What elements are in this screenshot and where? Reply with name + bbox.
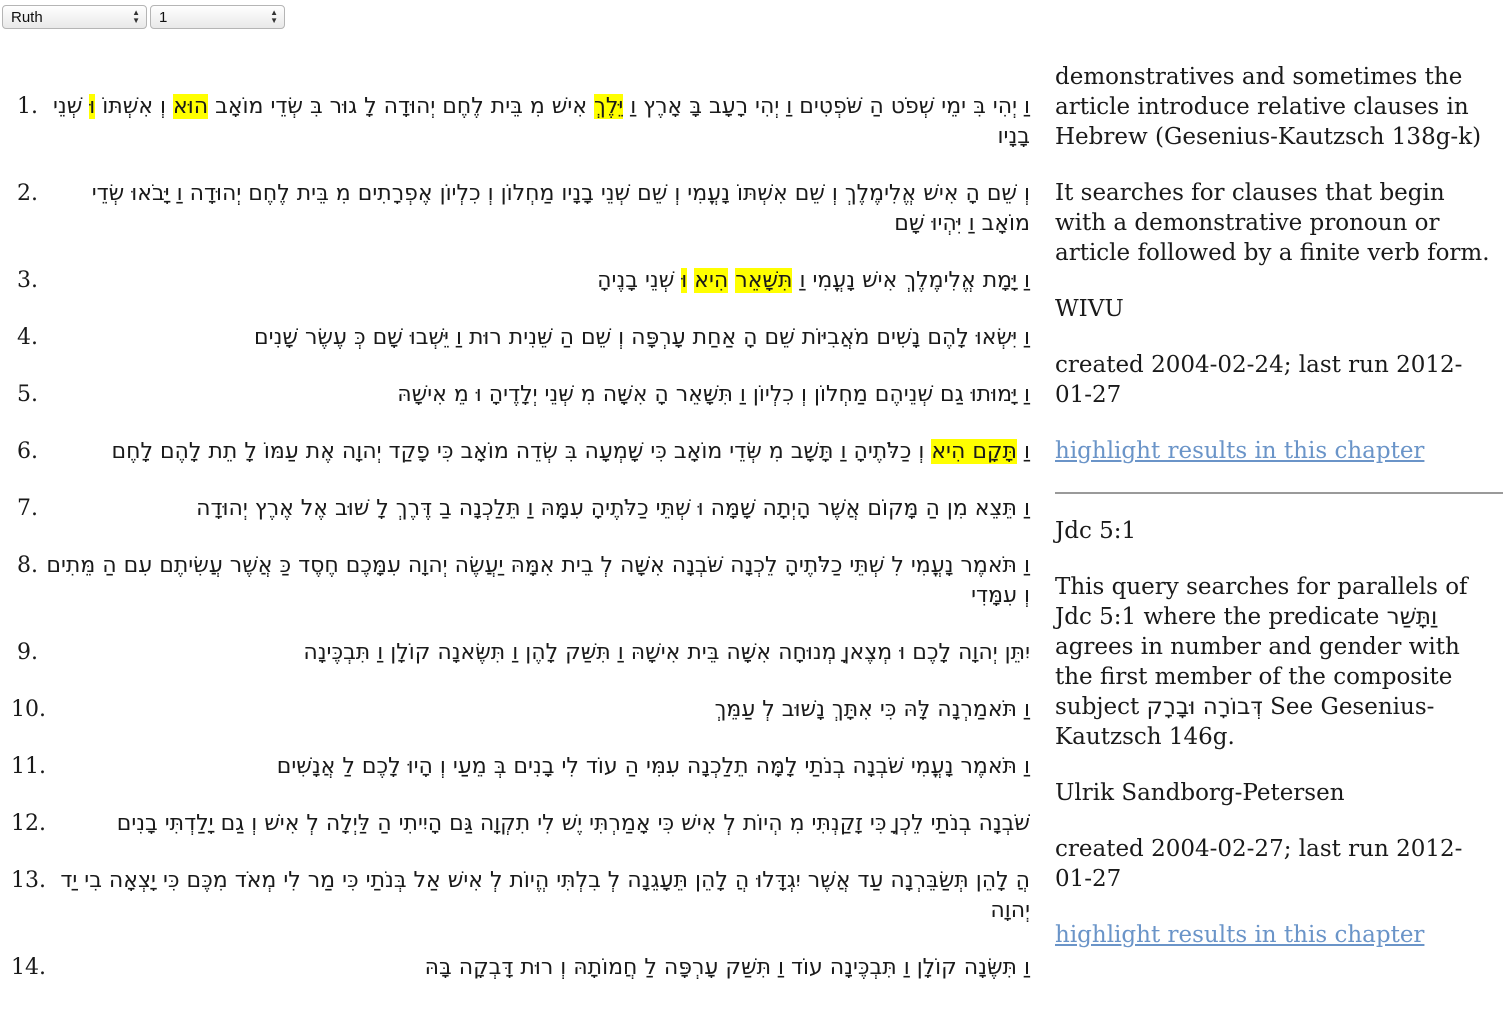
verse-text-segment: יִתֵּן יְהוָה לָכֶם וּ מְצֶאןָ מְנוּחָה … [303,640,1030,665]
verse-text-segment: וַ תֹּאמַרְנָה לָּהּ כִּי אִתָּךְ נָשׁוּ… [714,697,1030,722]
verse-number: 12. [11,811,46,836]
chapter-select-value: 1 [159,8,168,26]
verse-text: וַ תָּקָם הִיא וְ כַלֹּתֶיהָ וַ תָּשָׁב … [44,437,1030,467]
verse-text: יִתֵּן יְהוָה לָכֶם וּ מְצֶאןָ מְנוּחָה … [44,638,1030,668]
query2-dates: created 2004-02-27; last run 2012-01-27 [1055,836,1463,892]
query1-highlight-link[interactable]: highlight results in this chapter [1055,438,1424,464]
verse-text: שֹׁבְנָה בְנֹתַי לֵכְןָ כִּי זָקַנְתִּי … [52,809,1030,839]
verse-number: 1. [17,94,38,119]
verse-text-segment: וַ יָּמָת אֱלִימֶלֶךְ אִישׁ נָעֳמִי וַ [792,268,1030,293]
query-sidebar: demonstratives and sometimes the article… [1055,62,1503,976]
verse-text-segment: וַ יְהִי בִּ ימֵי שְׁפֹט הַ שֹּׁפְטִים ו… [623,94,1030,119]
verse-text: וַ תֹּאמֶר נָעֳמִי שֹׁבְנָה בְנֹתַי לָמָ… [52,752,1030,782]
verse-number: 8. [17,553,38,578]
query1-dates: created 2004-02-24; last run 2012-01-27 [1055,352,1463,408]
verse-text: וַ תִּשֶּׂנָה קוֹלָן וַ תִּבְכֶּינָה עוֹ… [52,953,1030,983]
verse-text-segment: וַ תִּשֶּׂנָה קוֹלָן וַ תִּבְכֶּינָה עוֹ… [424,955,1030,980]
verse-row: 5. וַ יָּמוּתוּ גַם שְׁנֵיהֶם מַחְלוֹן וְ… [0,380,1030,410]
verse-text-segment: וְ שֵׁם הָ אִישׁ אֱלִימֶלֶךְ וְ שֵׁם אִש… [91,181,1030,236]
verse-row: 13. הֲ לָהֵן תְּשַׂבֵּרְנָה עַד אֲשֶׁר יִ… [0,866,1030,926]
verse-row: 12. שֹׁבְנָה בְנֹתַי לֵכְןָ כִּי זָקַנְתִ… [0,809,1030,839]
verse-row: 14. וַ תִּשֶּׂנָה קוֹלָן וַ תִּבְכֶּינָה … [0,953,1030,983]
verse-list: 1. וַ יְהִי בִּ ימֵי שְׁפֹט הַ שֹּׁפְטִים… [0,92,1030,1010]
verse-number: 6. [17,439,38,464]
verse-text-segment: שְׁנֵי בָנֶיהָ [597,268,682,293]
verse-text: וַ תֹּאמַרְנָה לָּהּ כִּי אִתָּךְ נָשׁוּ… [52,695,1030,725]
verse-number: 9. [17,640,38,665]
verse-row: 1. וַ יְהִי בִּ ימֵי שְׁפֹט הַ שֹּׁפְטִים… [0,92,1030,152]
verse-row: 6. וַ תָּקָם הִיא וְ כַלֹּתֶיהָ וַ תָּשָׁ… [0,437,1030,467]
verse-text-segment: הֲ לָהֵן תְּשַׂבֵּרְנָה עַד אֲשֶׁר יִגְד… [60,868,1030,923]
highlighted-word: תָּקָם הִיא [931,439,1017,464]
verse-text: וַ יְהִי בִּ ימֵי שְׁפֹט הַ שֹּׁפְטִים ו… [44,92,1030,152]
verse-text: וַ יָּמָת אֱלִימֶלֶךְ אִישׁ נָעֳמִי וַ ת… [44,266,1030,296]
verse-text: הֲ לָהֵן תְּשַׂבֵּרְנָה עַד אֲשֶׁר יִגְד… [52,866,1030,926]
chapter-select[interactable]: 1 ▲ ▼ [150,5,285,29]
verse-text: וַ תֵּצֵא מִן הַ מָּקוֹם אֲשֶׁר הָיְתָה … [44,494,1030,524]
verse-number: 7. [17,496,38,521]
verse-number: 5. [17,382,38,407]
highlighted-word: הִיא [694,268,729,293]
verse-number: 11. [11,754,46,779]
verse-text-segment: וַ יִּשְׂאוּ לָהֶם נָשִׁים מֹאֲבִיּוֹת ש… [254,325,1030,350]
query-divider [1055,492,1503,494]
verse-row: 11. וַ תֹּאמֶר נָעֳמִי שֹׁבְנָה בְנֹתַי ל… [0,752,1030,782]
updown-arrows-icon: ▲ ▼ [270,8,278,25]
verse-row: 3. וַ יָּמָת אֱלִימֶלֶךְ אִישׁ נָעֳמִי וַ… [0,266,1030,296]
updown-arrows-icon: ▲ ▼ [132,8,140,25]
verse-text-segment: וְ אִשְׁתּוֹ [95,94,174,119]
verse-row: 7. וַ תֵּצֵא מִן הַ מָּקוֹם אֲשֶׁר הָיְתָ… [0,494,1030,524]
query2-title: Jdc 5:1 [1055,518,1137,544]
verse-row: 2. וְ שֵׁם הָ אִישׁ אֱלִימֶלֶךְ וְ שֵׁם א… [0,179,1030,239]
verse-row: 8. וַ תֹּאמֶר נָעֳמִי לִ שְׁתֵּי כַלֹּתֶי… [0,551,1030,611]
highlighted-word: הוּא [173,94,209,119]
query2-desc-hebrew1: וַתָּשַׁר [1386,604,1438,630]
highlighted-word: יֵּלֶךְ [594,94,624,119]
query2-highlight-link[interactable]: highlight results in this chapter [1055,922,1424,948]
verse-text-segment: שֹׁבְנָה בְנֹתַי לֵכְןָ כִּי זָקַנְתִּי … [116,811,1030,836]
verse-text-segment: וַ תֹּאמֶר נָעֳמִי שֹׁבְנָה בְנֹתַי לָמָ… [276,754,1030,779]
verse-number: 3. [17,268,38,293]
verse-number: 10. [11,697,46,722]
verse-number: 2. [17,181,38,206]
query2-description: This query searches for parallels of Jdc… [1055,572,1495,752]
query2-author: Ulrik Sandborg-Petersen [1055,780,1345,806]
verse-row: 10. וַ תֹּאמַרְנָה לָּהּ כִּי אִתָּךְ נָש… [0,695,1030,725]
verse-number: 14. [11,955,46,980]
verse-text-segment: וַ יָּמוּתוּ גַם שְׁנֵיהֶם מַחְלוֹן וְ כ… [397,382,1030,407]
verse-text-segment: וַ תֹּאמֶר נָעֳמִי לִ שְׁתֵּי כַלֹּתֶיהָ… [46,553,1030,608]
highlighted-word: תִּשָּׁאֵר [735,268,793,293]
query1-description: demonstratives and sometimes the article… [1055,64,1482,150]
verse-number: 4. [17,325,38,350]
book-select-value: Ruth [11,8,43,26]
verse-row: 4. וַ יִּשְׂאוּ לָהֶם נָשִׁים מֹאֲבִיּוֹת… [0,323,1030,353]
verse-text-segment: וַ תֵּצֵא מִן הַ מָּקוֹם אֲשֶׁר הָיְתָה … [196,496,1030,521]
verse-text: וְ שֵׁם הָ אִישׁ אֱלִימֶלֶךְ וְ שֵׁם אִש… [44,179,1030,239]
verse-text-segment: אִישׁ מִ בֵּית לֶחֶם יְהוּדָה לָ גוּר בִ… [208,94,595,119]
verse-text-segment: וַ [1017,439,1030,464]
verse-text: וַ יִּשְׂאוּ לָהֶם נָשִׁים מֹאֲבִיּוֹת ש… [44,323,1030,353]
book-select[interactable]: Ruth ▲ ▼ [2,5,147,29]
verse-text: וַ יָּמוּתוּ גַם שְׁנֵיהֶם מַחְלוֹן וְ כ… [44,380,1030,410]
verse-text-segment: וְ כַלֹּתֶיהָ וַ תָּשָׁב מִ שְּׂדֵי מוֹא… [111,439,932,464]
selector-bar: Ruth ▲ ▼ 1 ▲ ▼ [2,5,285,29]
query1-author: WIVU [1055,296,1124,322]
verse-text: וַ תֹּאמֶר נָעֳמִי לִ שְׁתֵּי כַלֹּתֶיהָ… [44,551,1030,611]
verse-row: 9. יִתֵּן יְהוָה לָכֶם וּ מְצֶאןָ מְנוּחָ… [0,638,1030,668]
verse-number: 13. [11,868,46,893]
query1-explanation: It searches for clauses that begin with … [1055,180,1490,266]
query2-desc-hebrew2: דְּבוֹרָה וּבָרָק [1146,694,1263,720]
